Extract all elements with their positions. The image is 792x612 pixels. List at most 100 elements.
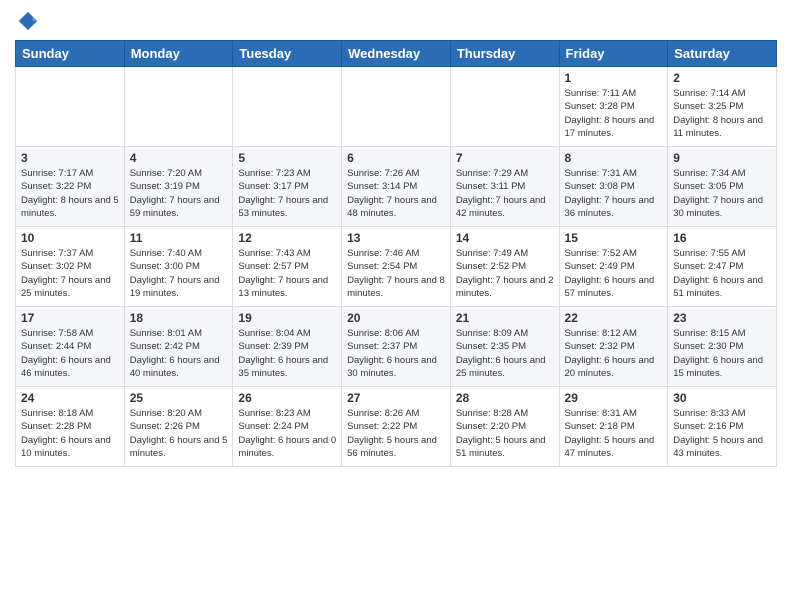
day-info: Sunrise: 8:33 AM Sunset: 2:16 PM Dayligh… <box>673 407 771 460</box>
week-row-1: 1 Sunrise: 7:11 AM Sunset: 3:28 PM Daylig… <box>16 67 777 147</box>
calendar-cell: 19 Sunrise: 8:04 AM Sunset: 2:39 PM Dayli… <box>233 307 342 387</box>
week-row-3: 10 Sunrise: 7:37 AM Sunset: 3:02 PM Dayli… <box>16 227 777 307</box>
day-number: 22 <box>565 311 663 325</box>
day-info: Sunrise: 7:23 AM Sunset: 3:17 PM Dayligh… <box>238 167 336 220</box>
day-number: 26 <box>238 391 336 405</box>
header <box>15 10 777 32</box>
day-number: 16 <box>673 231 771 245</box>
day-number: 17 <box>21 311 119 325</box>
weekday-header-tuesday: Tuesday <box>233 41 342 67</box>
calendar-cell: 30 Sunrise: 8:33 AM Sunset: 2:16 PM Dayli… <box>668 387 777 467</box>
day-info: Sunrise: 7:31 AM Sunset: 3:08 PM Dayligh… <box>565 167 663 220</box>
calendar-cell: 7Sunrise: 7:29 AM Sunset: 3:11 PM Daylig… <box>450 147 559 227</box>
week-row-5: 24 Sunrise: 8:18 AM Sunset: 2:28 PM Dayli… <box>16 387 777 467</box>
day-info: Sunrise: 7:26 AM Sunset: 3:14 PM Dayligh… <box>347 167 445 220</box>
day-number: 20 <box>347 311 445 325</box>
day-info: Sunrise: 7:46 AM Sunset: 2:54 PM Dayligh… <box>347 247 445 300</box>
weekday-header-saturday: Saturday <box>668 41 777 67</box>
day-info: Sunrise: 7:55 AM Sunset: 2:47 PM Dayligh… <box>673 247 771 300</box>
day-info: Sunrise: 7:20 AM Sunset: 3:19 PM Dayligh… <box>130 167 228 220</box>
day-info: Sunrise: 8:09 AM Sunset: 2:35 PM Dayligh… <box>456 327 554 380</box>
calendar-cell <box>233 67 342 147</box>
day-info: Sunrise: 7:29 AM Sunset: 3:11 PM Dayligh… <box>456 167 554 220</box>
day-number: 15 <box>565 231 663 245</box>
day-info: Sunrise: 8:31 AM Sunset: 2:18 PM Dayligh… <box>565 407 663 460</box>
day-number: 25 <box>130 391 228 405</box>
day-number: 11 <box>130 231 228 245</box>
day-number: 28 <box>456 391 554 405</box>
calendar-cell: 8 Sunrise: 7:31 AM Sunset: 3:08 PM Daylig… <box>559 147 668 227</box>
calendar-cell <box>16 67 125 147</box>
day-number: 5 <box>238 151 336 165</box>
calendar-cell: 12 Sunrise: 7:43 AM Sunset: 2:57 PM Dayli… <box>233 227 342 307</box>
day-info: Sunrise: 7:34 AM Sunset: 3:05 PM Dayligh… <box>673 167 771 220</box>
weekday-header-monday: Monday <box>124 41 233 67</box>
calendar-cell: 14 Sunrise: 7:49 AM Sunset: 2:52 PM Dayli… <box>450 227 559 307</box>
logo <box>15 10 39 32</box>
calendar-cell: 20 Sunrise: 8:06 AM Sunset: 2:37 PM Dayli… <box>342 307 451 387</box>
day-info: Sunrise: 8:20 AM Sunset: 2:26 PM Dayligh… <box>130 407 228 460</box>
day-info: Sunrise: 7:58 AM Sunset: 2:44 PM Dayligh… <box>21 327 119 380</box>
day-number: 1 <box>565 71 663 85</box>
day-number: 18 <box>130 311 228 325</box>
weekday-header-thursday: Thursday <box>450 41 559 67</box>
logo-text <box>15 10 39 32</box>
day-info: Sunrise: 7:52 AM Sunset: 2:49 PM Dayligh… <box>565 247 663 300</box>
day-info: Sunrise: 8:15 AM Sunset: 2:30 PM Dayligh… <box>673 327 771 380</box>
day-number: 30 <box>673 391 771 405</box>
calendar-cell: 3 Sunrise: 7:17 AM Sunset: 3:22 PM Daylig… <box>16 147 125 227</box>
day-number: 13 <box>347 231 445 245</box>
page: SundayMondayTuesdayWednesdayThursdayFrid… <box>0 0 792 612</box>
day-info: Sunrise: 8:12 AM Sunset: 2:32 PM Dayligh… <box>565 327 663 380</box>
day-number: 9 <box>673 151 771 165</box>
day-info: Sunrise: 8:06 AM Sunset: 2:37 PM Dayligh… <box>347 327 445 380</box>
calendar-cell: 29 Sunrise: 8:31 AM Sunset: 2:18 PM Dayli… <box>559 387 668 467</box>
calendar-cell: 26 Sunrise: 8:23 AM Sunset: 2:24 PM Dayli… <box>233 387 342 467</box>
day-number: 24 <box>21 391 119 405</box>
calendar-cell: 18Sunrise: 8:01 AM Sunset: 2:42 PM Dayli… <box>124 307 233 387</box>
calendar-cell: 11 Sunrise: 7:40 AM Sunset: 3:00 PM Dayli… <box>124 227 233 307</box>
calendar-cell: 24 Sunrise: 8:18 AM Sunset: 2:28 PM Dayli… <box>16 387 125 467</box>
day-info: Sunrise: 7:43 AM Sunset: 2:57 PM Dayligh… <box>238 247 336 300</box>
calendar-cell: 21Sunrise: 8:09 AM Sunset: 2:35 PM Dayli… <box>450 307 559 387</box>
calendar-cell: 2Sunrise: 7:14 AM Sunset: 3:25 PM Daylig… <box>668 67 777 147</box>
calendar-cell: 1 Sunrise: 7:11 AM Sunset: 3:28 PM Daylig… <box>559 67 668 147</box>
day-info: Sunrise: 7:40 AM Sunset: 3:00 PM Dayligh… <box>130 247 228 300</box>
calendar-cell <box>342 67 451 147</box>
calendar-cell: 9 Sunrise: 7:34 AM Sunset: 3:05 PM Daylig… <box>668 147 777 227</box>
calendar-cell: 22 Sunrise: 8:12 AM Sunset: 2:32 PM Dayli… <box>559 307 668 387</box>
day-number: 14 <box>456 231 554 245</box>
calendar-cell: 28Sunrise: 8:28 AM Sunset: 2:20 PM Dayli… <box>450 387 559 467</box>
calendar-cell: 17 Sunrise: 7:58 AM Sunset: 2:44 PM Dayli… <box>16 307 125 387</box>
weekday-header-row: SundayMondayTuesdayWednesdayThursdayFrid… <box>16 41 777 67</box>
calendar-cell: 13 Sunrise: 7:46 AM Sunset: 2:54 PM Dayli… <box>342 227 451 307</box>
weekday-header-wednesday: Wednesday <box>342 41 451 67</box>
calendar-cell: 6Sunrise: 7:26 AM Sunset: 3:14 PM Daylig… <box>342 147 451 227</box>
day-number: 10 <box>21 231 119 245</box>
day-number: 23 <box>673 311 771 325</box>
calendar-cell: 23 Sunrise: 8:15 AM Sunset: 2:30 PM Dayli… <box>668 307 777 387</box>
calendar-cell <box>450 67 559 147</box>
day-info: Sunrise: 8:04 AM Sunset: 2:39 PM Dayligh… <box>238 327 336 380</box>
calendar-cell: 5 Sunrise: 7:23 AM Sunset: 3:17 PM Daylig… <box>233 147 342 227</box>
day-info: Sunrise: 7:37 AM Sunset: 3:02 PM Dayligh… <box>21 247 119 300</box>
day-number: 29 <box>565 391 663 405</box>
day-number: 3 <box>21 151 119 165</box>
calendar-cell: 27Sunrise: 8:26 AM Sunset: 2:22 PM Dayli… <box>342 387 451 467</box>
calendar-cell: 25 Sunrise: 8:20 AM Sunset: 2:26 PM Dayli… <box>124 387 233 467</box>
day-info: Sunrise: 7:17 AM Sunset: 3:22 PM Dayligh… <box>21 167 119 220</box>
logo-icon <box>17 10 39 32</box>
calendar-cell <box>124 67 233 147</box>
day-info: Sunrise: 7:11 AM Sunset: 3:28 PM Dayligh… <box>565 87 663 140</box>
day-number: 19 <box>238 311 336 325</box>
day-info: Sunrise: 8:23 AM Sunset: 2:24 PM Dayligh… <box>238 407 336 460</box>
day-info: Sunrise: 7:49 AM Sunset: 2:52 PM Dayligh… <box>456 247 554 300</box>
day-number: 4 <box>130 151 228 165</box>
day-number: 8 <box>565 151 663 165</box>
day-number: 27 <box>347 391 445 405</box>
calendar-cell: 10 Sunrise: 7:37 AM Sunset: 3:02 PM Dayli… <box>16 227 125 307</box>
day-info: Sunrise: 8:18 AM Sunset: 2:28 PM Dayligh… <box>21 407 119 460</box>
weekday-header-friday: Friday <box>559 41 668 67</box>
day-number: 12 <box>238 231 336 245</box>
calendar-cell: 4 Sunrise: 7:20 AM Sunset: 3:19 PM Daylig… <box>124 147 233 227</box>
